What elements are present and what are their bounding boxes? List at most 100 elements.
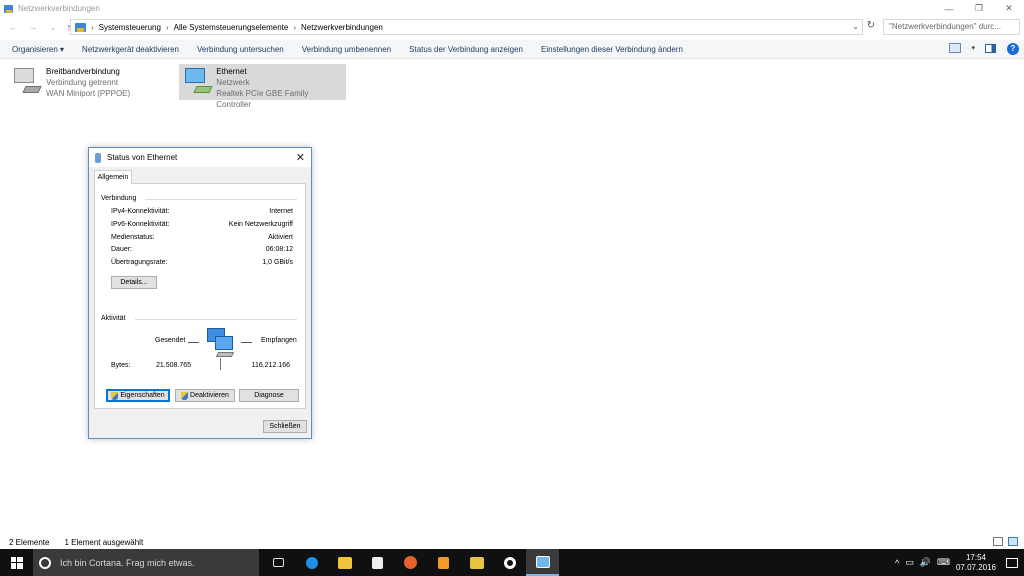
network-connections-taskbar-icon[interactable]: [526, 549, 559, 576]
view-status-button[interactable]: Status der Verbindung anzeigen: [400, 45, 532, 54]
speed-label: Übertragungsrate:: [111, 259, 168, 266]
file-explorer-icon[interactable]: [328, 549, 361, 576]
settings-gear-icon[interactable]: [493, 549, 526, 576]
cortana-icon: [39, 556, 51, 569]
details-button[interactable]: Details...: [111, 276, 157, 289]
media-status-label: Medienstatus:: [111, 234, 155, 241]
close-button[interactable]: ✕: [994, 0, 1024, 17]
sent-label: Gesendet: [155, 337, 186, 344]
rename-connection-button[interactable]: Verbindung umbenennen: [293, 45, 400, 54]
breadcrumb-systemsteuerung[interactable]: Systemsteuerung: [99, 23, 161, 32]
close-dialog-button[interactable]: Schließen: [263, 420, 307, 433]
control-panel-icon: [75, 22, 86, 32]
connection-status: Netzwerk: [216, 78, 250, 87]
edge-icon[interactable]: [295, 549, 328, 576]
duration-value: 06:08:12: [265, 246, 293, 253]
uac-shield-icon: [111, 391, 119, 400]
duration-label: Dauer:: [111, 246, 133, 253]
store-icon[interactable]: [361, 549, 394, 576]
deactivate-label: Deaktivieren: [190, 392, 229, 399]
title-bar: Netzwerkverbindungen — ❐ ✕: [0, 0, 1024, 17]
address-dropdown-icon[interactable]: ⌄: [852, 22, 859, 31]
dialog-title-bar[interactable]: Status von Ethernet ✕: [89, 148, 311, 167]
connection-status: Verbindung getrennt: [46, 78, 119, 87]
group-divider: [135, 319, 297, 320]
address-bar[interactable]: › Systemsteuerung › Alle Systemsteuerung…: [70, 19, 863, 35]
dialog-close-icon[interactable]: ✕: [296, 151, 305, 164]
forward-button[interactable]: →: [26, 22, 40, 32]
change-view-icon[interactable]: [949, 43, 962, 53]
network-status-icon: [95, 152, 101, 163]
ethernet-status-dialog: Status von Ethernet ✕ Allgemein Verbindu…: [88, 147, 312, 439]
help-icon[interactable]: ?: [1007, 43, 1019, 55]
ipv4-label: IPv4-Konnektivität:: [111, 208, 170, 215]
network-folder-icon: [4, 4, 13, 13]
network-explorer-icon[interactable]: [460, 549, 493, 576]
selection-count: 1 Element ausgewählt: [64, 537, 144, 547]
start-button[interactable]: [0, 549, 33, 576]
received-label: Empfangen: [261, 337, 297, 344]
network-tray-icon[interactable]: ▭: [905, 557, 914, 568]
status-bar: 2 Elemente 1 Element ausgewählt: [0, 535, 1024, 549]
media-status-value: Aktiviert: [268, 234, 293, 241]
deactivate-button[interactable]: Deaktivieren: [175, 389, 235, 402]
sent-line: [188, 342, 199, 343]
cortana-text: Ich bin Cortana. Frag mich etwas.: [60, 557, 195, 568]
properties-label: Eigenschaften: [120, 392, 165, 399]
firefox-icon[interactable]: [394, 549, 427, 576]
recent-locations-button[interactable]: ⌄: [46, 22, 60, 33]
connection-name: Breitbandverbindung: [46, 67, 120, 76]
details-view-icon[interactable]: [993, 537, 1003, 546]
network-computer-icon: [207, 328, 241, 360]
connection-item-breitband[interactable]: Breitbandverbindung Verbindung getrennt …: [8, 64, 168, 100]
cortana-search-box[interactable]: Ich bin Cortana. Frag mich etwas.: [33, 549, 259, 576]
tray-chevron-icon[interactable]: ^: [895, 558, 899, 568]
change-settings-button[interactable]: Einstellungen dieser Verbindung ändern: [532, 45, 692, 54]
uac-shield-icon: [181, 391, 189, 400]
bytes-sent-value: 21.508.765: [156, 362, 192, 369]
ipv6-value: Kein Netzwerkzugriff: [228, 221, 293, 228]
maximize-button[interactable]: ❐: [964, 0, 994, 17]
volume-icon[interactable]: 🔊: [920, 557, 931, 568]
refresh-icon[interactable]: ↻: [865, 20, 877, 31]
windows-logo-icon: [10, 556, 23, 569]
clock-time: 17:54: [965, 552, 986, 562]
minimize-button[interactable]: —: [934, 0, 964, 17]
action-center-icon[interactable]: [1006, 557, 1018, 568]
ipv4-value: Internet: [269, 208, 293, 215]
network-adapter-icon: [12, 66, 42, 96]
diagnose-connection-button[interactable]: Verbindung untersuchen: [188, 45, 293, 54]
speed-value: 1,0 GBit/s: [262, 259, 293, 266]
disable-device-button[interactable]: Netzwerkgerät deaktivieren: [73, 45, 188, 54]
breadcrumb-alle-elemente[interactable]: Alle Systemsteuerungselemente: [174, 23, 289, 32]
breadcrumb-separator: ›: [91, 22, 94, 32]
task-view-icon[interactable]: [262, 549, 295, 576]
organize-menu[interactable]: Organisieren ▾: [0, 45, 73, 54]
window-controls: — ❐ ✕: [934, 0, 1024, 17]
group-verbindung: Verbindung: [101, 195, 137, 202]
breadcrumb-separator: ›: [293, 22, 297, 32]
connection-item-ethernet[interactable]: Ethernet Netzwerk Realtek PCIe GBE Famil…: [179, 64, 346, 109]
properties-button[interactable]: Eigenschaften: [106, 389, 170, 402]
media-player-icon[interactable]: [427, 549, 460, 576]
tab-allgemein[interactable]: Allgemein: [94, 170, 132, 184]
item-count: 2 Elemente: [9, 537, 50, 547]
keyboard-icon[interactable]: ⌨: [937, 557, 950, 568]
group-aktivitaet: Aktivität: [101, 315, 126, 322]
view-options-caret[interactable]: ▾: [971, 44, 975, 52]
preview-pane-icon[interactable]: [985, 43, 996, 53]
command-bar: Organisieren ▾ Netzwerkgerät deaktiviere…: [0, 40, 1024, 59]
diagnose-button[interactable]: Diagnose: [239, 389, 299, 402]
back-button[interactable]: ←: [6, 22, 20, 32]
connection-device: Realtek PCIe GBE Family Controller: [216, 89, 309, 109]
system-tray: ^ ▭ 🔊 ⌨ 17:54 07.07.2016: [895, 549, 1024, 576]
breadcrumb-netzwerkverbindungen[interactable]: Netzwerkverbindungen: [301, 23, 383, 32]
connection-name: Ethernet: [216, 67, 247, 76]
tiles-view-icon[interactable]: [1008, 537, 1018, 546]
dialog-title: Status von Ethernet: [107, 153, 178, 162]
clock[interactable]: 17:54 07.07.2016: [956, 553, 996, 573]
bytes-label: Bytes:: [111, 362, 131, 369]
breadcrumb-separator: ›: [165, 22, 169, 32]
bytes-received-value: 116.212.166: [251, 362, 290, 369]
search-input[interactable]: "Netzwerkverbindungen" durc...: [883, 19, 1020, 35]
